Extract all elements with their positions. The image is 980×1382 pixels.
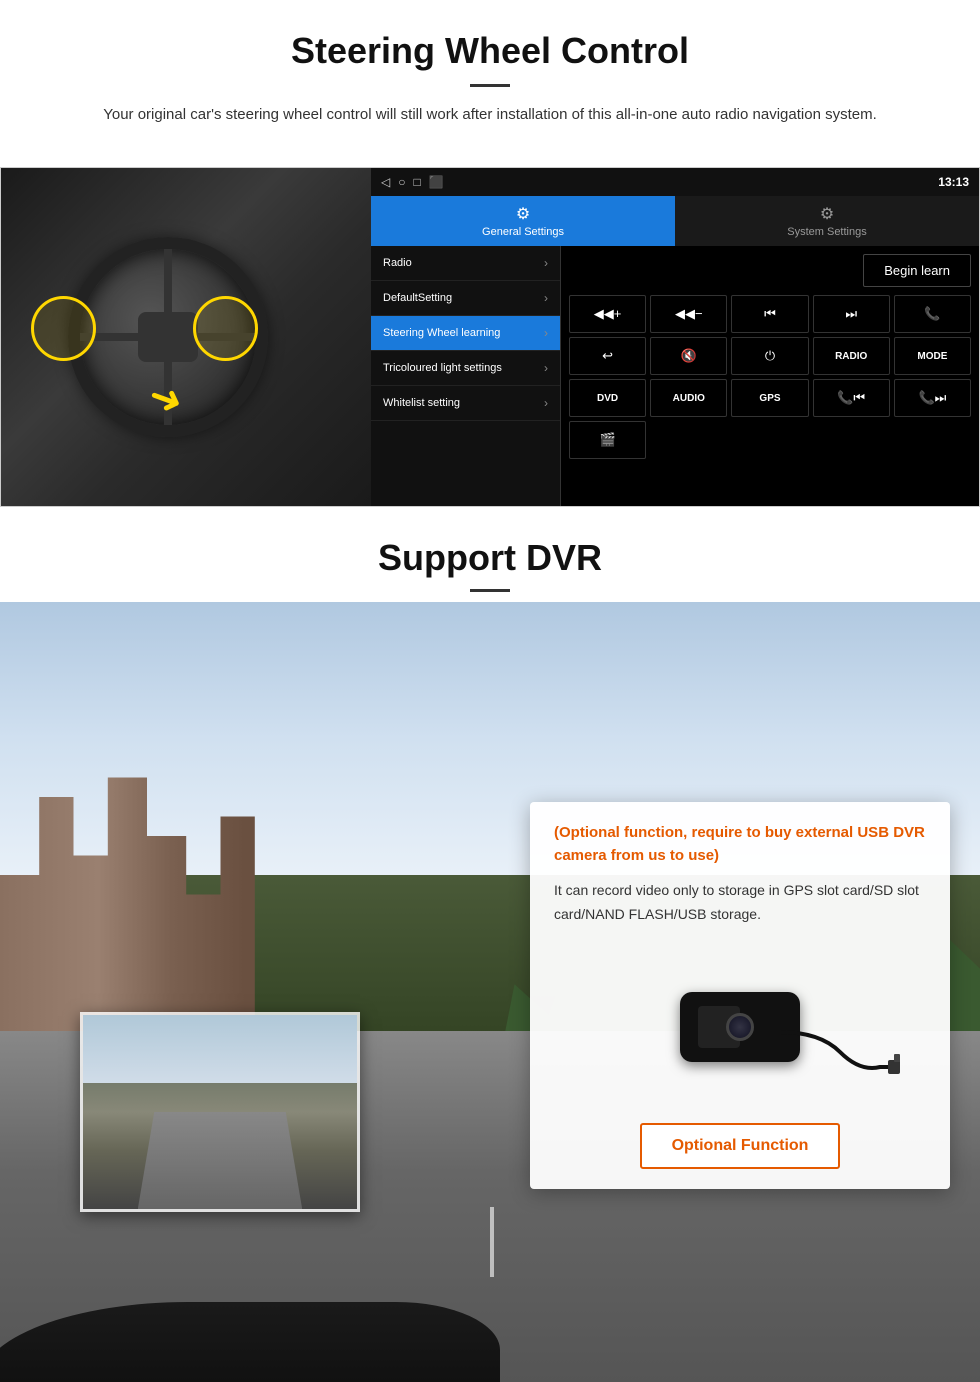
back-icon[interactable]: ◁ — [381, 175, 390, 189]
steering-wheel-image: ➜ — [1, 168, 371, 506]
tab-system-label: System Settings — [787, 226, 866, 238]
menu-whitelist-label: Whitelist setting — [383, 397, 460, 409]
menu-sw-label: Steering Wheel learning — [383, 327, 500, 339]
sw-demo-container: ➜ ◁ ○ □ ⬛ 13:13 ⚙ General Settings ⚙ Sys… — [0, 167, 980, 507]
android-tabs: ⚙ General Settings ⚙ System Settings — [371, 196, 979, 246]
chevron-right-icon: › — [544, 256, 548, 270]
android-menu-area: Radio › DefaultSetting › Steering Wheel … — [371, 246, 979, 506]
dvr-info-card: (Optional function, require to buy exter… — [530, 802, 950, 1189]
ctrl-back[interactable]: ↩ — [569, 337, 646, 375]
page-title: Steering Wheel Control — [40, 30, 940, 72]
android-topbar: ◁ ○ □ ⬛ 13:13 — [371, 168, 979, 196]
tab-general-label: General Settings — [482, 226, 564, 238]
chevron-right-icon-5: › — [544, 396, 548, 410]
settings-icon: ⚙ — [820, 204, 834, 224]
menu-item-tricolour[interactable]: Tricoloured light settings › — [371, 351, 560, 386]
menu-item-sw-learning[interactable]: Steering Wheel learning › — [371, 316, 560, 351]
steering-wheel-section: Steering Wheel Control Your original car… — [0, 0, 980, 167]
camera-lens — [726, 1013, 754, 1041]
sw-placeholder: ➜ — [1, 168, 371, 506]
status-time: 13:13 — [938, 175, 969, 189]
begin-learn-row: Begin learn — [569, 254, 971, 287]
car-hood-bg — [0, 1302, 500, 1382]
highlight-left — [31, 296, 96, 361]
menu-radio-label: Radio — [383, 257, 412, 269]
thumb-road — [138, 1112, 302, 1209]
dvr-section: Support DVR (Optional function, require … — [0, 507, 980, 1382]
dvr-description: It can record video only to storage in G… — [554, 879, 926, 927]
ctrl-radio[interactable]: RADIO — [813, 337, 890, 375]
chevron-right-icon-2: › — [544, 291, 548, 305]
android-ui-panel: ◁ ○ □ ⬛ 13:13 ⚙ General Settings ⚙ Syste… — [371, 168, 979, 506]
gear-icon: ⚙ — [516, 204, 530, 224]
nav-icons: ◁ ○ □ ⬛ — [381, 175, 938, 189]
menu-tricolour-label: Tricoloured light settings — [383, 362, 502, 374]
road-line — [490, 1207, 494, 1277]
ctrl-vol-down[interactable]: ◀◀− — [650, 295, 727, 333]
chevron-right-icon-4: › — [544, 361, 548, 375]
ctrl-next-track[interactable]: ⏭ — [813, 295, 890, 333]
ctrl-prev-track[interactable]: ⏮ — [731, 295, 808, 333]
menu-content-area: Begin learn ◀◀+ ◀◀− ⏮ ⏭ 📞 ↩ 🔇 ⏻ RADIO MO… — [561, 246, 979, 506]
chevron-right-icon-3: › — [544, 326, 548, 340]
dvr-optional-text: (Optional function, require to buy exter… — [554, 822, 926, 867]
dvr-title: Support DVR — [40, 537, 940, 579]
menu-item-default[interactable]: DefaultSetting › — [371, 281, 560, 316]
dvr-thumbnail — [80, 1012, 360, 1212]
menu-item-whitelist[interactable]: Whitelist setting › — [371, 386, 560, 421]
ctrl-mute[interactable]: 🔇 — [650, 337, 727, 375]
ctrl-phone-prev[interactable]: 📞⏮ — [813, 379, 890, 417]
home-icon[interactable]: ○ — [398, 175, 405, 189]
menu-icon[interactable]: ⬛ — [429, 175, 444, 189]
optional-function-button[interactable]: Optional Function — [640, 1123, 841, 1169]
thumb-sky — [83, 1015, 357, 1083]
ctrl-media[interactable]: 🎬 — [569, 421, 646, 459]
dvr-camera-image — [554, 947, 926, 1107]
ctrl-phone[interactable]: 📞 — [894, 295, 971, 333]
ctrl-mode[interactable]: MODE — [894, 337, 971, 375]
section-subtitle: Your original car's steering wheel contr… — [80, 103, 900, 127]
control-button-grid: ◀◀+ ◀◀− ⏮ ⏭ 📞 ↩ 🔇 ⏻ RADIO MODE DVD AUDIO… — [569, 295, 971, 459]
dvr-title-area: Support DVR — [0, 507, 980, 602]
recents-icon[interactable]: □ — [413, 175, 420, 189]
menu-default-label: DefaultSetting — [383, 292, 452, 304]
menu-item-radio[interactable]: Radio › — [371, 246, 560, 281]
tab-general-settings[interactable]: ⚙ General Settings — [371, 196, 675, 246]
ctrl-gps[interactable]: GPS — [731, 379, 808, 417]
dvr-background: (Optional function, require to buy exter… — [0, 602, 980, 1382]
cable-svg — [780, 1012, 900, 1092]
tab-system-settings[interactable]: ⚙ System Settings — [675, 196, 979, 246]
menu-list: Radio › DefaultSetting › Steering Wheel … — [371, 246, 561, 506]
ctrl-vol-up[interactable]: ◀◀+ — [569, 295, 646, 333]
ctrl-audio[interactable]: AUDIO — [650, 379, 727, 417]
thumb-inner — [83, 1015, 357, 1209]
ctrl-dvd[interactable]: DVD — [569, 379, 646, 417]
ctrl-phone-next[interactable]: 📞⏭ — [894, 379, 971, 417]
title-divider — [470, 84, 510, 87]
begin-learn-button[interactable]: Begin learn — [863, 254, 971, 287]
dvr-divider — [470, 589, 510, 592]
ctrl-power[interactable]: ⏻ — [731, 337, 808, 375]
